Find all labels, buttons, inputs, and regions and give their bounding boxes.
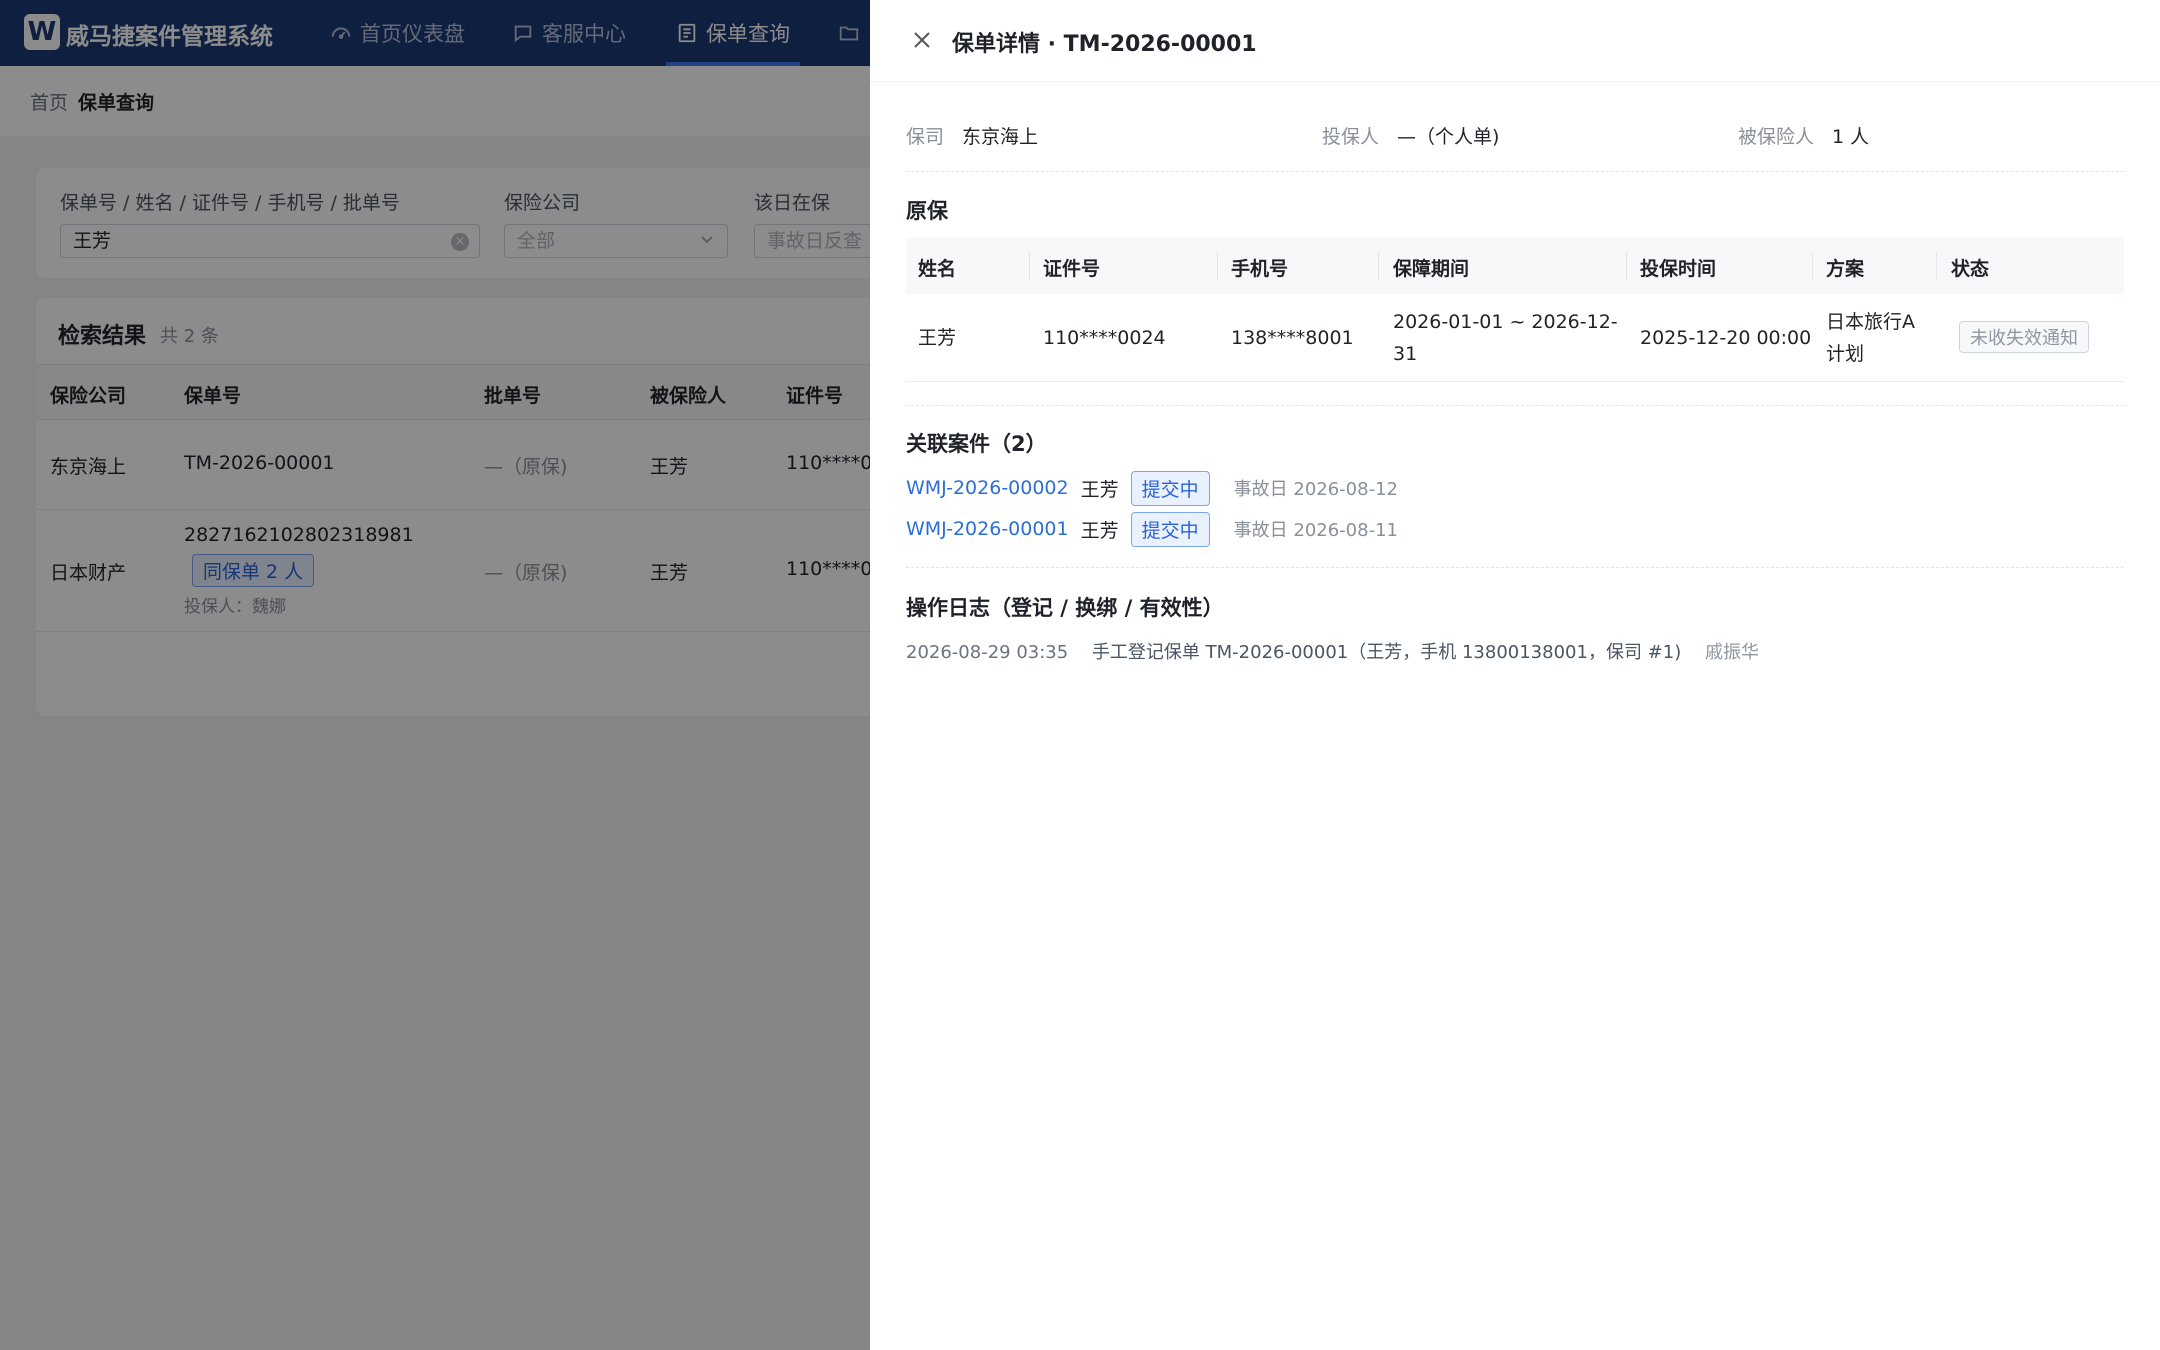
column-divider <box>1626 252 1627 280</box>
case-link[interactable]: WMJ-2026-00001 <box>906 518 1069 540</box>
case-insured-name: 王芳 <box>1080 478 1119 501</box>
case-accident-date: 事故日 2026-08-11 <box>1233 520 1398 541</box>
log-operator: 戚振华 <box>1704 642 1759 663</box>
col-phone: 手机号 <box>1231 258 1289 280</box>
summary-insured: 被保险人 1 人 <box>1738 122 1869 149</box>
col-plan: 方案 <box>1826 258 1865 280</box>
policy-detail-drawer: 保单详情 · TM-2026-00001 保司 东京海上 投保人 —（个人单) 被保… <box>870 0 2160 1350</box>
divider <box>906 405 2124 406</box>
summary-holder-value: —（个人单) <box>1397 126 1500 148</box>
column-divider <box>1217 252 1218 280</box>
col-id-no: 证件号 <box>1043 258 1101 280</box>
cases-section-title: 关联案件（2） <box>906 432 1047 456</box>
cell-insured-time: 2025-12-20 00:00 <box>1640 327 1812 349</box>
related-case-item: WMJ-2026-00002 王芳 提交中 事故日 2026-08-12 <box>906 470 1398 506</box>
summary-insured-key: 被保险人 <box>1738 126 1815 148</box>
cell-period: 2026-01-01 ~ 2026-12-31 <box>1393 311 1618 365</box>
drawer-title: 保单详情 · TM-2026-00001 <box>952 32 1257 57</box>
summary-holder: 投保人 —（个人单) <box>1322 122 1499 149</box>
column-divider <box>1936 252 1937 280</box>
log-entry: 2026-08-29 03:35 手工登记保单 TM-2026-00001（王芳… <box>906 638 1777 664</box>
related-case-item: WMJ-2026-00001 王芳 提交中 事故日 2026-08-11 <box>906 511 1398 547</box>
summary-insurer: 保司 东京海上 <box>906 122 1038 149</box>
column-divider <box>1029 252 1030 280</box>
case-accident-date: 事故日 2026-08-12 <box>1233 479 1398 500</box>
cell-name: 王芳 <box>918 327 957 349</box>
summary-insurer-value: 东京海上 <box>962 126 1039 148</box>
case-link[interactable]: WMJ-2026-00002 <box>906 477 1069 499</box>
column-divider <box>1378 252 1379 280</box>
summary-holder-key: 投保人 <box>1322 126 1380 148</box>
summary-insurer-key: 保司 <box>906 126 945 148</box>
log-action: 手工登记保单 TM-2026-00001（王芳，手机 13800138001，保… <box>1091 642 1682 663</box>
status-badge: 未收失效通知 <box>1959 321 2089 353</box>
original-table-header: 姓名 证件号 手机号 保障期间 投保时间 方案 状态 <box>906 238 2124 294</box>
cell-id-no: 110****0024 <box>1043 327 1166 349</box>
close-icon[interactable] <box>910 28 934 52</box>
col-period: 保障期间 <box>1393 258 1470 280</box>
summary-insured-value: 1 人 <box>1832 126 1870 148</box>
divider <box>906 567 2124 568</box>
log-section-title: 操作日志（登记 / 换绑 / 有效性） <box>906 596 1224 620</box>
case-status-badge: 提交中 <box>1130 470 1210 506</box>
original-section-title: 原保 <box>906 199 948 223</box>
cell-phone: 138****8001 <box>1231 327 1354 349</box>
drawer-header: 保单详情 · TM-2026-00001 <box>870 0 2160 82</box>
table-row: 王芳 110****0024 138****8001 2026-01-01 ~ … <box>906 294 2124 382</box>
column-divider <box>1812 252 1813 280</box>
case-insured-name: 王芳 <box>1080 519 1119 542</box>
cell-plan: 日本旅行A计划 <box>1826 311 1915 365</box>
col-status: 状态 <box>1951 258 1990 280</box>
log-time: 2026-08-29 03:35 <box>906 642 1069 663</box>
divider <box>906 171 2124 172</box>
col-name: 姓名 <box>918 258 957 280</box>
case-status-badge: 提交中 <box>1130 511 1210 547</box>
col-insured-time: 投保时间 <box>1640 258 1717 280</box>
